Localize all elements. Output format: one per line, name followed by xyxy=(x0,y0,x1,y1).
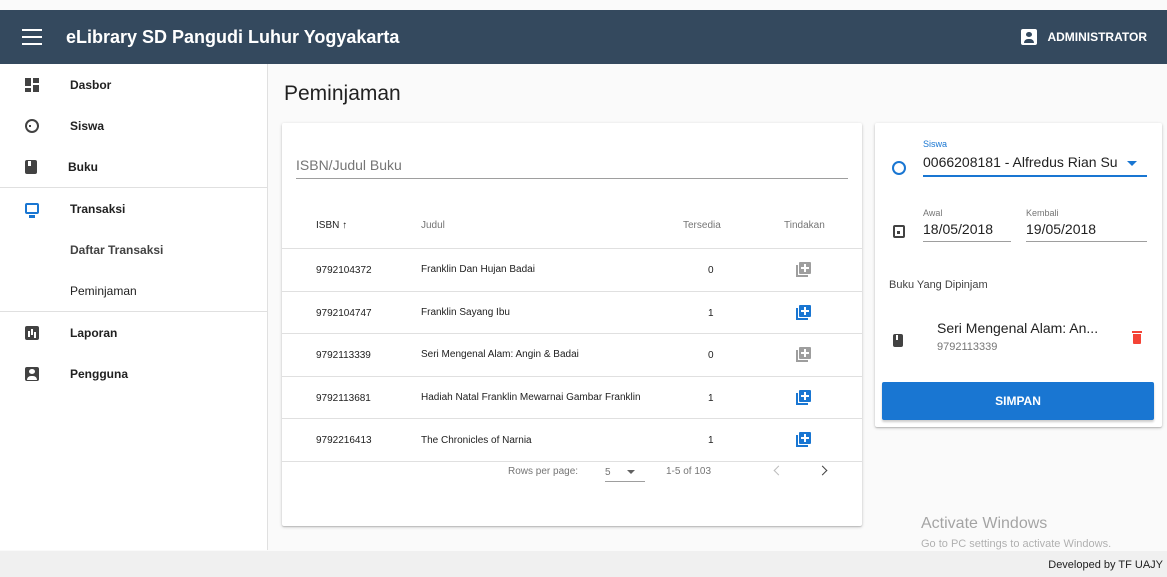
borrowed-books-title: Buku Yang Dipinjam xyxy=(889,279,988,291)
kembali-label: Kembali xyxy=(1026,208,1059,218)
add-to-cart-icon[interactable] xyxy=(796,389,811,405)
search-input[interactable]: ISBN/Judul Buku xyxy=(296,153,848,179)
borrowed-book-title: Seri Mengenal Alam: An... xyxy=(937,320,1099,336)
sidebar-item-siswa[interactable]: Siswa xyxy=(0,105,267,146)
cell-judul: Seri Mengenal Alam: Angin & Badai xyxy=(421,349,579,361)
cell-isbn: 9792113681 xyxy=(316,392,371,404)
cell-tersedia: 1 xyxy=(708,307,714,319)
sidebar-item-label: Buku xyxy=(68,159,98,174)
column-header-tindakan: Tindakan xyxy=(784,220,825,231)
sidebar-item-peminjaman[interactable]: Peminjaman xyxy=(0,270,267,311)
developer-credit: Developed by TF UAJY xyxy=(1048,559,1163,571)
account-icon xyxy=(25,366,39,381)
cell-tersedia: 1 xyxy=(708,392,714,404)
sidebar-item-label: Dasbor xyxy=(70,77,112,92)
table-header: ISBN ↑ Judul Tersedia Tindakan xyxy=(282,203,862,249)
awal-label: Awal xyxy=(923,208,943,218)
face-icon xyxy=(25,118,39,133)
column-header-tersedia: Tersedia xyxy=(683,220,721,231)
sidebar-item-transaksi[interactable]: Transaksi xyxy=(0,188,267,229)
monitor-icon xyxy=(25,203,39,218)
sidebar-item-daftar-transaksi[interactable]: Daftar Transaksi xyxy=(0,229,267,270)
siswa-value: 0066208181 - Alfredus Rian Su xyxy=(923,154,1118,170)
sidebar-item-buku[interactable]: Buku xyxy=(0,146,267,187)
cell-isbn: 9792104372 xyxy=(316,265,372,276)
menu-icon[interactable] xyxy=(22,29,42,45)
table-row: 9792104747 Franklin Sayang Ibu 1 xyxy=(282,292,862,335)
sidebar-item-laporan[interactable]: Laporan xyxy=(0,312,267,353)
face-icon xyxy=(892,161,906,175)
footer-bar: Developed by TF UAJY xyxy=(0,551,1167,577)
previous-page-icon[interactable] xyxy=(769,463,785,479)
awal-value: 18/05/2018 xyxy=(923,221,994,237)
sidebar-item-label: Pengguna xyxy=(70,366,129,381)
add-to-cart-icon[interactable] xyxy=(796,262,811,277)
page-title: Peminjaman xyxy=(284,82,401,105)
add-to-cart-icon[interactable] xyxy=(796,432,811,448)
rows-per-page-label: Rows per page: xyxy=(508,466,579,477)
save-button[interactable]: SIMPAN xyxy=(882,382,1154,420)
sort-arrow-icon: ↑ xyxy=(342,220,348,231)
next-page-icon[interactable] xyxy=(817,463,833,479)
siswa-select[interactable]: 0066208181 - Alfredus Rian Su xyxy=(923,148,1147,177)
cell-judul: Franklin Sayang Ibu xyxy=(421,306,510,318)
page-range: 1-5 of 103 xyxy=(666,466,712,477)
sidebar: Dasbor Siswa Buku Transaksi Daftar Trans… xyxy=(0,64,268,550)
chevron-down-icon xyxy=(1127,161,1137,166)
kembali-value: 19/05/2018 xyxy=(1026,221,1097,237)
sidebar-item-label: Siswa xyxy=(70,118,105,133)
rows-per-page-select[interactable]: 5 xyxy=(605,460,645,482)
app-title: eLibrary SD Pangudi Luhur Yogyakarta xyxy=(66,26,400,47)
account-button[interactable]: ADMINISTRATOR xyxy=(1021,29,1147,45)
cell-judul: The Chronicles of Narnia xyxy=(421,434,532,446)
activation-watermark-text: Go to PC settings to activate Windows. xyxy=(921,538,1112,550)
sidebar-item-pengguna[interactable]: Pengguna xyxy=(0,353,267,394)
awal-date-field[interactable]: Awal 18/05/2018 xyxy=(923,208,1011,242)
cell-tersedia: 0 xyxy=(708,265,714,276)
book-list-card: ISBN/Judul Buku ISBN ↑ Judul Tersedia Ti… xyxy=(282,123,862,526)
app-bar: eLibrary SD Pangudi Luhur Yogyakarta ADM… xyxy=(0,10,1167,64)
table-row: 9792104372 Franklin Dan Hujan Badai 0 xyxy=(282,249,862,292)
table-row: 9792113339 Seri Mengenal Alam: Angin & B… xyxy=(282,334,862,377)
borrowed-book-isbn: 9792113339 xyxy=(937,341,998,353)
column-header-isbn[interactable]: ISBN ↑ xyxy=(316,220,347,231)
kembali-date-field[interactable]: Kembali 19/05/2018 xyxy=(1026,208,1147,242)
cell-judul: Franklin Dan Hujan Badai xyxy=(421,264,535,276)
book-icon xyxy=(893,334,903,347)
cell-isbn: 9792216413 xyxy=(316,435,372,447)
sidebar-item-label: Laporan xyxy=(70,325,118,340)
account-icon xyxy=(1021,29,1038,45)
account-label: ADMINISTRATOR xyxy=(1047,30,1147,44)
sidebar-item-label: Transaksi xyxy=(70,201,126,216)
dashboard-icon xyxy=(25,77,39,92)
cell-tersedia: 1 xyxy=(708,435,714,447)
cell-judul: Hadiah Natal Franklin Mewarnai Gambar Fr… xyxy=(421,392,641,404)
delete-icon[interactable] xyxy=(1132,330,1142,344)
add-to-cart-icon[interactable] xyxy=(796,304,811,320)
cell-isbn: 9792104747 xyxy=(316,307,372,319)
activation-watermark-title: Activate Windows xyxy=(921,515,1048,532)
cell-isbn: 9792113339 xyxy=(316,350,371,362)
table-pagination: Rows per page: 5 1-5 of 103 xyxy=(282,463,862,503)
cell-tersedia: 0 xyxy=(708,350,714,362)
sidebar-item-dasbor[interactable]: Dasbor xyxy=(0,64,267,105)
loan-form-card: Siswa 0066208181 - Alfredus Rian Su Awal… xyxy=(875,123,1162,427)
table-row: 9792113681 Hadiah Natal Franklin Mewarna… xyxy=(282,377,862,420)
add-to-cart-icon[interactable] xyxy=(796,347,811,363)
table-row: 9792216413 The Chronicles of Narnia 1 xyxy=(282,419,862,462)
chevron-down-icon xyxy=(627,470,635,474)
column-header-judul: Judul xyxy=(421,220,445,231)
book-icon xyxy=(25,159,37,174)
calendar-icon xyxy=(893,225,905,238)
chart-icon xyxy=(25,325,39,340)
